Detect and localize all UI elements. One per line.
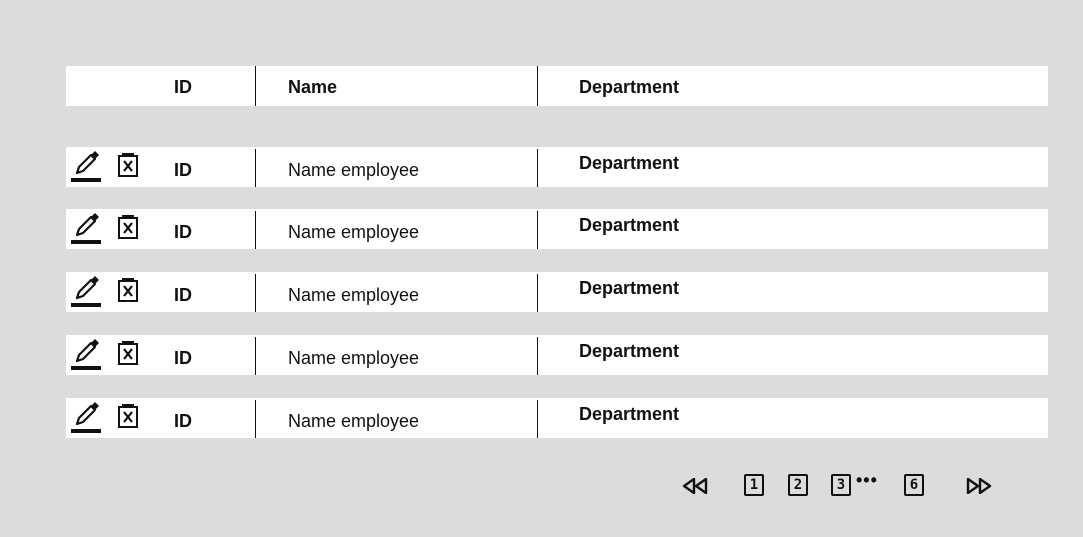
row-id: ID bbox=[174, 160, 192, 180]
column-divider bbox=[255, 66, 256, 106]
header-id: ID bbox=[174, 77, 192, 97]
column-divider bbox=[255, 149, 256, 187]
table-header: ID Name Department bbox=[66, 66, 1048, 106]
row-department: Department bbox=[579, 341, 680, 361]
row-id: ID bbox=[174, 411, 192, 431]
edit-icon[interactable] bbox=[71, 213, 101, 250]
delete-icon[interactable] bbox=[118, 215, 138, 244]
table-row: ID Name employee Department bbox=[66, 272, 1048, 312]
row-id: ID bbox=[174, 348, 192, 368]
pagination-ellipsis: ••• bbox=[856, 470, 878, 490]
column-divider bbox=[255, 211, 256, 249]
table-row: ID Name employee Department bbox=[66, 335, 1048, 375]
column-divider bbox=[537, 274, 538, 312]
pagination: 1 2 3 ••• 6 bbox=[680, 470, 1000, 502]
column-divider bbox=[537, 66, 538, 106]
edit-icon[interactable] bbox=[71, 151, 101, 188]
row-department: Department bbox=[579, 215, 680, 235]
table-row: ID Name employee Department bbox=[66, 147, 1048, 187]
row-id: ID bbox=[174, 285, 192, 305]
table-row: ID Name employee Department bbox=[66, 209, 1048, 249]
page-2-button[interactable]: 2 bbox=[788, 474, 808, 496]
row-name: Name employee bbox=[288, 411, 420, 431]
column-divider bbox=[537, 211, 538, 249]
delete-icon[interactable] bbox=[118, 153, 138, 182]
row-id: ID bbox=[174, 222, 192, 242]
delete-icon[interactable] bbox=[118, 341, 138, 370]
page-3-button[interactable]: 3 bbox=[831, 474, 851, 496]
row-department: Department bbox=[579, 153, 680, 173]
column-divider bbox=[255, 337, 256, 375]
table-row: ID Name employee Department bbox=[66, 398, 1048, 438]
header-department: Department bbox=[579, 77, 680, 97]
column-divider bbox=[537, 149, 538, 187]
row-name: Name employee bbox=[288, 285, 420, 305]
column-divider bbox=[255, 400, 256, 438]
double-right-arrow-icon[interactable] bbox=[966, 477, 992, 499]
edit-icon[interactable] bbox=[71, 339, 101, 376]
header-name: Name bbox=[288, 77, 338, 97]
column-divider bbox=[537, 337, 538, 375]
edit-icon[interactable] bbox=[71, 276, 101, 313]
delete-icon[interactable] bbox=[118, 278, 138, 307]
row-name: Name employee bbox=[288, 348, 420, 368]
double-left-arrow-icon[interactable] bbox=[682, 477, 708, 499]
row-name: Name employee bbox=[288, 160, 420, 180]
page-1-button[interactable]: 1 bbox=[744, 474, 764, 496]
column-divider bbox=[255, 274, 256, 312]
row-department: Department bbox=[579, 278, 680, 298]
page-6-button[interactable]: 6 bbox=[904, 474, 924, 496]
row-name: Name employee bbox=[288, 222, 420, 242]
edit-icon[interactable] bbox=[71, 402, 101, 439]
delete-icon[interactable] bbox=[118, 404, 138, 433]
column-divider bbox=[537, 400, 538, 438]
row-department: Department bbox=[579, 404, 680, 424]
